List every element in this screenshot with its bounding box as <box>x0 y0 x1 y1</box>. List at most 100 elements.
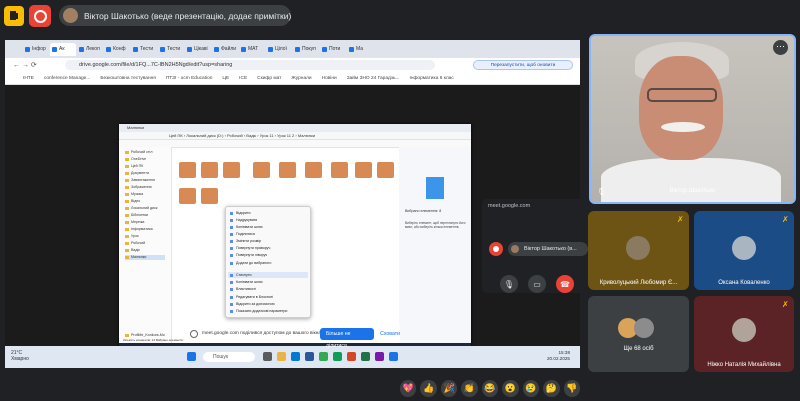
browser-tab[interactable]: Конф <box>104 43 130 56</box>
meet-icon[interactable] <box>333 352 342 361</box>
bookmark-item[interactable]: Новіни <box>322 76 337 81</box>
sidebar-item[interactable]: Локальний диск <box>125 206 165 211</box>
sidebar-item[interactable]: Документи <box>125 171 165 176</box>
task-view-icon[interactable] <box>263 352 272 361</box>
context-menu-item[interactable]: Повернути ліворуч <box>230 253 267 257</box>
context-menu-item[interactable]: Показати додаткові параметри <box>230 309 287 313</box>
participant-tile[interactable]: ✗ Криволуцький Любомир Є... <box>588 211 689 290</box>
reaction-thinking-icon[interactable]: 🤔 <box>543 379 560 397</box>
bookmark-item[interactable]: Інформатика 6 клас <box>409 76 453 81</box>
context-menu-item[interactable]: Надрукувати <box>230 218 257 222</box>
context-menu-item[interactable]: Редагувати в Блокноті <box>230 295 273 299</box>
taskbar-clock[interactable]: 15:38 20.02.2025 <box>547 350 570 362</box>
participant-tile[interactable]: ✗ Ніжко Наталія Михайлівна <box>694 296 794 372</box>
bookmark-item[interactable]: Скифр мат <box>257 76 281 81</box>
sidebar-item[interactable]: Цей ПК <box>125 164 165 169</box>
context-menu-item[interactable]: Додати до вибраного <box>230 261 271 265</box>
stop-sharing-button[interactable]: Більше не ділитися <box>320 327 375 349</box>
restart-update-button[interactable]: Перезапустити, щоб оновити <box>473 60 573 70</box>
image-file[interactable] <box>279 162 296 184</box>
bookmark-item[interactable]: Безкоштовна тестування <box>100 76 156 81</box>
context-menu-item[interactable]: Властивості <box>230 287 256 291</box>
weather-widget[interactable]: 21°C Хмарно <box>11 350 29 362</box>
reaction-laugh-icon[interactable]: 😂 <box>481 379 499 397</box>
reaction-clap-icon[interactable]: 👏 <box>461 379 478 397</box>
sidebar-item[interactable]: Робочий <box>125 241 165 246</box>
browser-tab[interactable]: Цілої <box>266 43 292 56</box>
sidebar-item[interactable]: Музика <box>125 192 165 197</box>
taskbar-search[interactable]: Пошук <box>203 352 255 362</box>
context-menu-item[interactable]: Копіювати шлях <box>230 280 263 284</box>
context-menu-item[interactable]: Повернути праворуч <box>230 246 270 250</box>
presenter-chip[interactable]: Віктор Шакотько (веде презентацію, додає… <box>59 5 291 26</box>
edge-icon[interactable] <box>291 352 300 361</box>
app-icon[interactable] <box>389 352 398 361</box>
explorer-path[interactable]: Цей ПК › Локальний диск (D:) › Робочий ›… <box>119 132 471 140</box>
bookmark-item[interactable]: ЦЕ <box>222 76 229 81</box>
file-explorer-icon[interactable] <box>277 352 286 361</box>
browser-tab[interactable]: Поти <box>320 43 346 56</box>
bookmark-item[interactable]: ІСЕ <box>239 76 247 81</box>
url-input[interactable]: drive.google.com/file/d/1FQ...7C-lBN2H5N… <box>65 60 435 70</box>
hide-banner-button[interactable]: Сховати <box>380 331 400 337</box>
recording-indicator[interactable] <box>4 6 24 26</box>
sidebar-item[interactable]: Інформатика <box>125 227 165 232</box>
image-file[interactable] <box>331 162 348 184</box>
browser-tab-active[interactable]: Ак <box>50 42 76 56</box>
browser-tab[interactable]: Файли <box>212 43 238 56</box>
image-file[interactable] <box>355 162 372 184</box>
browser-tab[interactable]: Ма <box>347 43 373 56</box>
context-menu-item[interactable]: Стиснути <box>230 273 251 277</box>
image-file[interactable] <box>377 162 394 184</box>
image-file[interactable] <box>179 188 196 210</box>
bookmark-item[interactable]: ІНТЕ <box>23 76 34 81</box>
browser-tab[interactable]: Цікаві <box>185 43 211 56</box>
bookmark-item[interactable]: conference Manage... <box>44 76 90 81</box>
image-file[interactable] <box>305 162 322 184</box>
context-menu-item[interactable]: Відкрити <box>230 211 251 215</box>
powerpoint-icon[interactable] <box>347 352 356 361</box>
reaction-thumbs-up-icon[interactable]: 👍 <box>420 379 437 397</box>
bookmark-item[interactable]: Займ ЗНО 24 Гарадзь... <box>347 76 400 81</box>
context-menu-item[interactable]: Копіювати шлях <box>230 225 263 229</box>
image-file[interactable] <box>201 162 218 184</box>
chrome-icon[interactable] <box>319 352 328 361</box>
sidebar-item[interactable]: Бібліотеки <box>125 213 165 218</box>
sidebar-item[interactable]: Робочий стіл <box>125 150 165 155</box>
hang-up-button[interactable]: ☎ <box>556 275 574 293</box>
mic-button[interactable]: 🎙 <box>500 275 518 293</box>
image-file[interactable] <box>253 162 270 184</box>
sidebar-item[interactable]: OneDrive <box>125 157 165 162</box>
reaction-surprised-icon[interactable]: 😮 <box>502 379 519 397</box>
speaker-tile[interactable]: ⋯ 🎙 Віктор Шакотько <box>589 34 796 204</box>
context-menu-item[interactable]: Поділитися <box>230 232 255 236</box>
windows-start-icon[interactable] <box>187 352 196 361</box>
reaction-sad-icon[interactable]: 😢 <box>522 379 540 397</box>
word-icon[interactable] <box>305 352 314 361</box>
image-file[interactable] <box>179 162 196 184</box>
browser-tab[interactable]: Тести <box>158 43 184 56</box>
reaction-heart-icon[interactable]: 💖 <box>400 379 417 397</box>
bookmark-item[interactable]: Журнали <box>291 76 311 81</box>
browser-tab[interactable]: Тести <box>131 43 157 56</box>
browser-tab[interactable]: Інфор <box>23 43 49 56</box>
sidebar-item[interactable]: Вадік <box>125 248 165 253</box>
onenote-icon[interactable] <box>375 352 384 361</box>
context-menu-item[interactable]: Відкрити за допомогою <box>230 302 275 306</box>
sidebar-item[interactable]: Завантаження <box>125 178 165 183</box>
presenter-chip[interactable]: Віктор Шакотько (в... <box>508 242 588 256</box>
sidebar-item[interactable]: Мережа <box>125 220 165 225</box>
reaction-thumbs-down-icon[interactable]: 👎 <box>563 379 580 397</box>
nav-arrows-icon[interactable]: ← → ⟳ <box>13 61 37 69</box>
sidebar-item[interactable]: Зображення <box>125 185 165 190</box>
browser-tab[interactable]: Покуп <box>293 43 319 56</box>
participant-tile[interactable]: ✗ Оксана Коваленко <box>694 211 794 290</box>
more-participants-tile[interactable]: Ще 68 осіб <box>588 296 689 372</box>
stop-recording-button[interactable] <box>29 5 51 27</box>
more-options-icon[interactable]: ⋯ <box>773 40 788 55</box>
image-file[interactable] <box>201 188 218 210</box>
camera-button[interactable]: ▭ <box>528 275 546 293</box>
browser-tab[interactable]: Лекоп <box>77 43 103 56</box>
reaction-party-icon[interactable]: 🎉 <box>440 379 458 397</box>
sidebar-item-selected[interactable]: Малюнки <box>125 255 165 260</box>
